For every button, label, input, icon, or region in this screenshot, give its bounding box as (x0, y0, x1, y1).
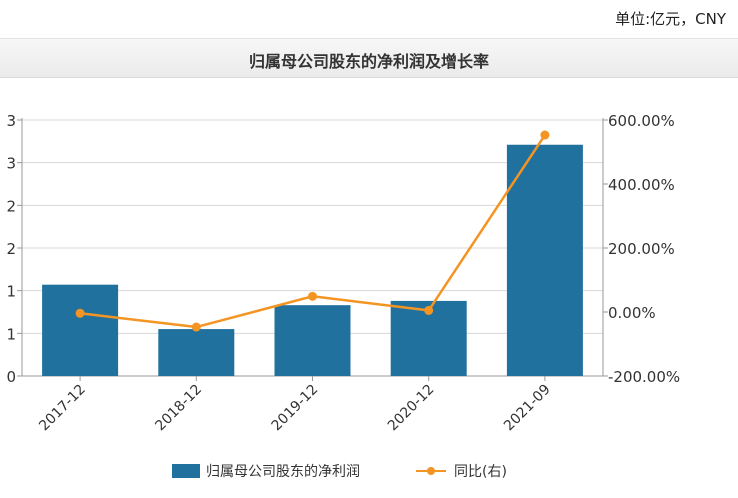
yoy-point (424, 305, 434, 315)
bar (506, 144, 583, 376)
left-tick-label: 3 (6, 112, 16, 130)
bar (42, 284, 119, 376)
x-tick-label: 2019-12 (269, 382, 322, 435)
left-tick-label: 3 (6, 155, 16, 173)
yoy-point (540, 130, 550, 140)
bar (274, 305, 351, 376)
legend-label-yoy: 同比(右) (454, 464, 507, 480)
right-tick-label: 0.00% (608, 304, 656, 322)
right-tick-label: 200.00% (608, 240, 675, 258)
legend-item-profit[interactable]: 归属母公司股东的净利润 (172, 458, 360, 484)
bar (158, 329, 235, 376)
right-tick-label: 400.00% (608, 176, 675, 194)
legend: 归属母公司股东的净利润 同比(右) (0, 458, 738, 484)
right-tick-label: 600.00% (608, 112, 675, 130)
x-tick-label: 2021-09 (501, 382, 554, 435)
x-tick-label: 2020-12 (385, 382, 438, 435)
left-tick-label: 2 (6, 240, 16, 258)
legend-item-yoy[interactable]: 同比(右) (416, 458, 507, 484)
legend-bar-swatch (172, 464, 200, 478)
left-tick-label: 2 (6, 197, 16, 215)
legend-label-profit: 归属母公司股东的净利润 (206, 464, 360, 480)
right-tick-label: -200.00% (608, 368, 680, 386)
chart-area: 0 1 1 2 2 3 3 -200.00% 0.00% 200.00% 400.00% 600.00… (6, 112, 680, 435)
yoy-point (191, 322, 201, 332)
left-tick-label: 1 (6, 283, 16, 301)
legend-line-swatch (416, 464, 446, 478)
left-tick-label: 1 (6, 325, 16, 343)
left-tick-label: 0 (6, 368, 16, 386)
x-tick-label: 2017-12 (36, 382, 89, 435)
yoy-point (75, 308, 85, 318)
yoy-point (308, 291, 317, 301)
x-tick-label: 2018-12 (152, 382, 205, 435)
